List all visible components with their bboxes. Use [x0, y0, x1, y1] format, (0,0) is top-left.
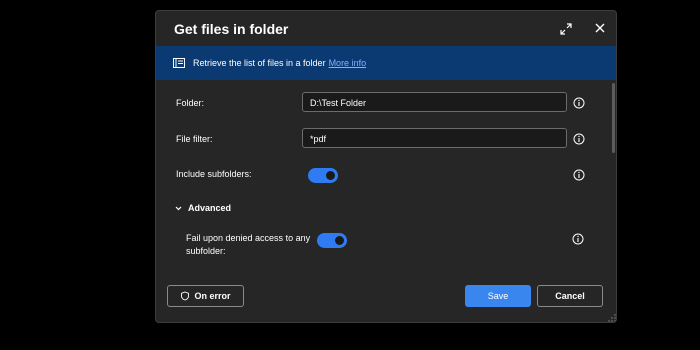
file-filter-input[interactable]: *pdf: [302, 128, 567, 148]
expand-icon[interactable]: [559, 22, 573, 36]
folder-info-icon[interactable]: [573, 97, 585, 109]
include-subfolders-label: Include subfolders:: [176, 169, 252, 179]
folder-label: Folder:: [176, 98, 205, 108]
include-subfolders-toggle[interactable]: [308, 168, 338, 183]
fail-on-denied-label-line2: subfolder:: [186, 246, 226, 256]
file-filter-info-icon[interactable]: [573, 133, 585, 145]
get-files-dialog: Get files in folder Retrieve the list of…: [155, 10, 617, 323]
advanced-section-toggle[interactable]: Advanced: [174, 203, 231, 213]
resize-grip-icon[interactable]: [608, 314, 616, 322]
dialog-title: Get files in folder: [174, 21, 289, 37]
info-banner: Retrieve the list of files in a folder Mo…: [156, 46, 616, 80]
fail-on-denied-label: Fail upon denied access to any subfolder…: [186, 232, 310, 258]
toggle-knob: [326, 171, 335, 180]
scrollbar[interactable]: [612, 83, 615, 153]
close-icon[interactable]: [593, 21, 607, 35]
chevron-down-icon: [175, 206, 182, 211]
fail-on-denied-info-icon[interactable]: [572, 233, 584, 245]
shield-icon: [181, 291, 190, 301]
banner-description: Retrieve the list of files in a folder: [193, 58, 326, 68]
fail-on-denied-toggle[interactable]: [317, 233, 347, 248]
advanced-label: Advanced: [188, 203, 232, 213]
toggle-knob: [335, 236, 344, 245]
folder-input[interactable]: D:\Test Folder: [302, 92, 567, 112]
cancel-button[interactable]: Cancel: [537, 285, 603, 307]
on-error-button[interactable]: On error: [167, 285, 244, 307]
more-info-link[interactable]: More info: [329, 58, 367, 68]
fail-on-denied-label-line1: Fail upon denied access to any: [186, 233, 311, 243]
file-filter-label: File filter:: [176, 134, 213, 144]
save-button[interactable]: Save: [465, 285, 531, 307]
folder-list-icon: [173, 58, 185, 68]
include-subfolders-info-icon[interactable]: [573, 169, 585, 181]
banner-text: Retrieve the list of files in a folder Mo…: [193, 58, 366, 68]
on-error-label: On error: [194, 291, 231, 301]
